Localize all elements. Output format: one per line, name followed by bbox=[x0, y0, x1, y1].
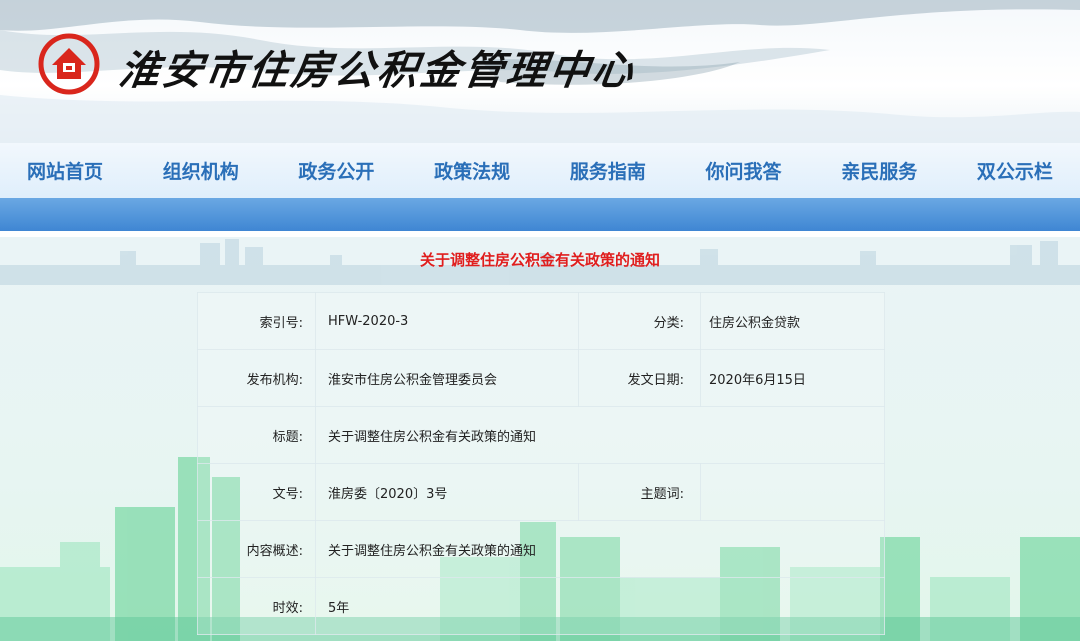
publisher-value: 淮安市住房公积金管理委员会 bbox=[315, 349, 579, 407]
nav-item-organization[interactable]: 组织机构 bbox=[163, 157, 239, 184]
date-value: 2020年6月15日 bbox=[700, 349, 885, 407]
site-title: 淮安市住房公积金管理中心 bbox=[116, 47, 639, 94]
keyword-value bbox=[700, 463, 885, 521]
main-nav: 网站首页 组织机构 政务公开 政策法规 服务指南 你问我答 亲民服务 双公示栏 bbox=[0, 143, 1080, 198]
summary-label: 内容概述: bbox=[197, 520, 316, 578]
nav-item-double-publicity[interactable]: 双公示栏 bbox=[977, 157, 1053, 184]
summary-value: 关于调整住房公积金有关政策的通知 bbox=[315, 520, 885, 578]
validity-value: 5年 bbox=[315, 577, 885, 635]
table-row: 时效: 5年 bbox=[197, 577, 885, 635]
nav-item-policies[interactable]: 政策法规 bbox=[434, 157, 510, 184]
house-seal-icon[interactable] bbox=[38, 33, 100, 95]
nav-item-government-affairs[interactable]: 政务公开 bbox=[298, 157, 374, 184]
category-label: 分类: bbox=[578, 292, 701, 350]
nav-item-public-service[interactable]: 亲民服务 bbox=[841, 157, 917, 184]
table-row: 索引号: HFW-2020-3 分类: 住房公积金贷款 bbox=[197, 292, 885, 350]
table-row: 文号: 淮房委〔2020〕3号 主题词: bbox=[197, 463, 885, 521]
document-info-table: 索引号: HFW-2020-3 分类: 住房公积金贷款 发布机构: 淮安市住房公… bbox=[197, 292, 885, 635]
publisher-label: 发布机构: bbox=[197, 349, 316, 407]
subject-value: 关于调整住房公积金有关政策的通知 bbox=[315, 406, 885, 464]
docno-label: 文号: bbox=[197, 463, 316, 521]
date-label: 发文日期: bbox=[578, 349, 701, 407]
site-header: 淮安市住房公积金管理中心 bbox=[0, 0, 1080, 143]
category-value: 住房公积金贷款 bbox=[700, 292, 885, 350]
keyword-label: 主题词: bbox=[578, 463, 701, 521]
index-label: 索引号: bbox=[197, 292, 316, 350]
nav-item-qa[interactable]: 你问我答 bbox=[706, 157, 782, 184]
docno-value: 淮房委〔2020〕3号 bbox=[315, 463, 579, 521]
nav-item-home[interactable]: 网站首页 bbox=[27, 157, 103, 184]
validity-label: 时效: bbox=[197, 577, 316, 635]
nav-sub-bar bbox=[0, 198, 1080, 231]
table-row: 内容概述: 关于调整住房公积金有关政策的通知 bbox=[197, 520, 885, 578]
table-row: 发布机构: 淮安市住房公积金管理委员会 发文日期: 2020年6月15日 bbox=[197, 349, 885, 407]
notice-title: 关于调整住房公积金有关政策的通知 bbox=[419, 251, 660, 269]
nav-item-service-guide[interactable]: 服务指南 bbox=[570, 157, 646, 184]
subject-label: 标题: bbox=[197, 406, 316, 464]
content-area: 关于调整住房公积金有关政策的通知 索引号: HFW-2020-3 分类: 住房公… bbox=[0, 237, 1080, 641]
table-row: 标题: 关于调整住房公积金有关政策的通知 bbox=[197, 406, 885, 464]
index-value: HFW-2020-3 bbox=[315, 292, 579, 350]
